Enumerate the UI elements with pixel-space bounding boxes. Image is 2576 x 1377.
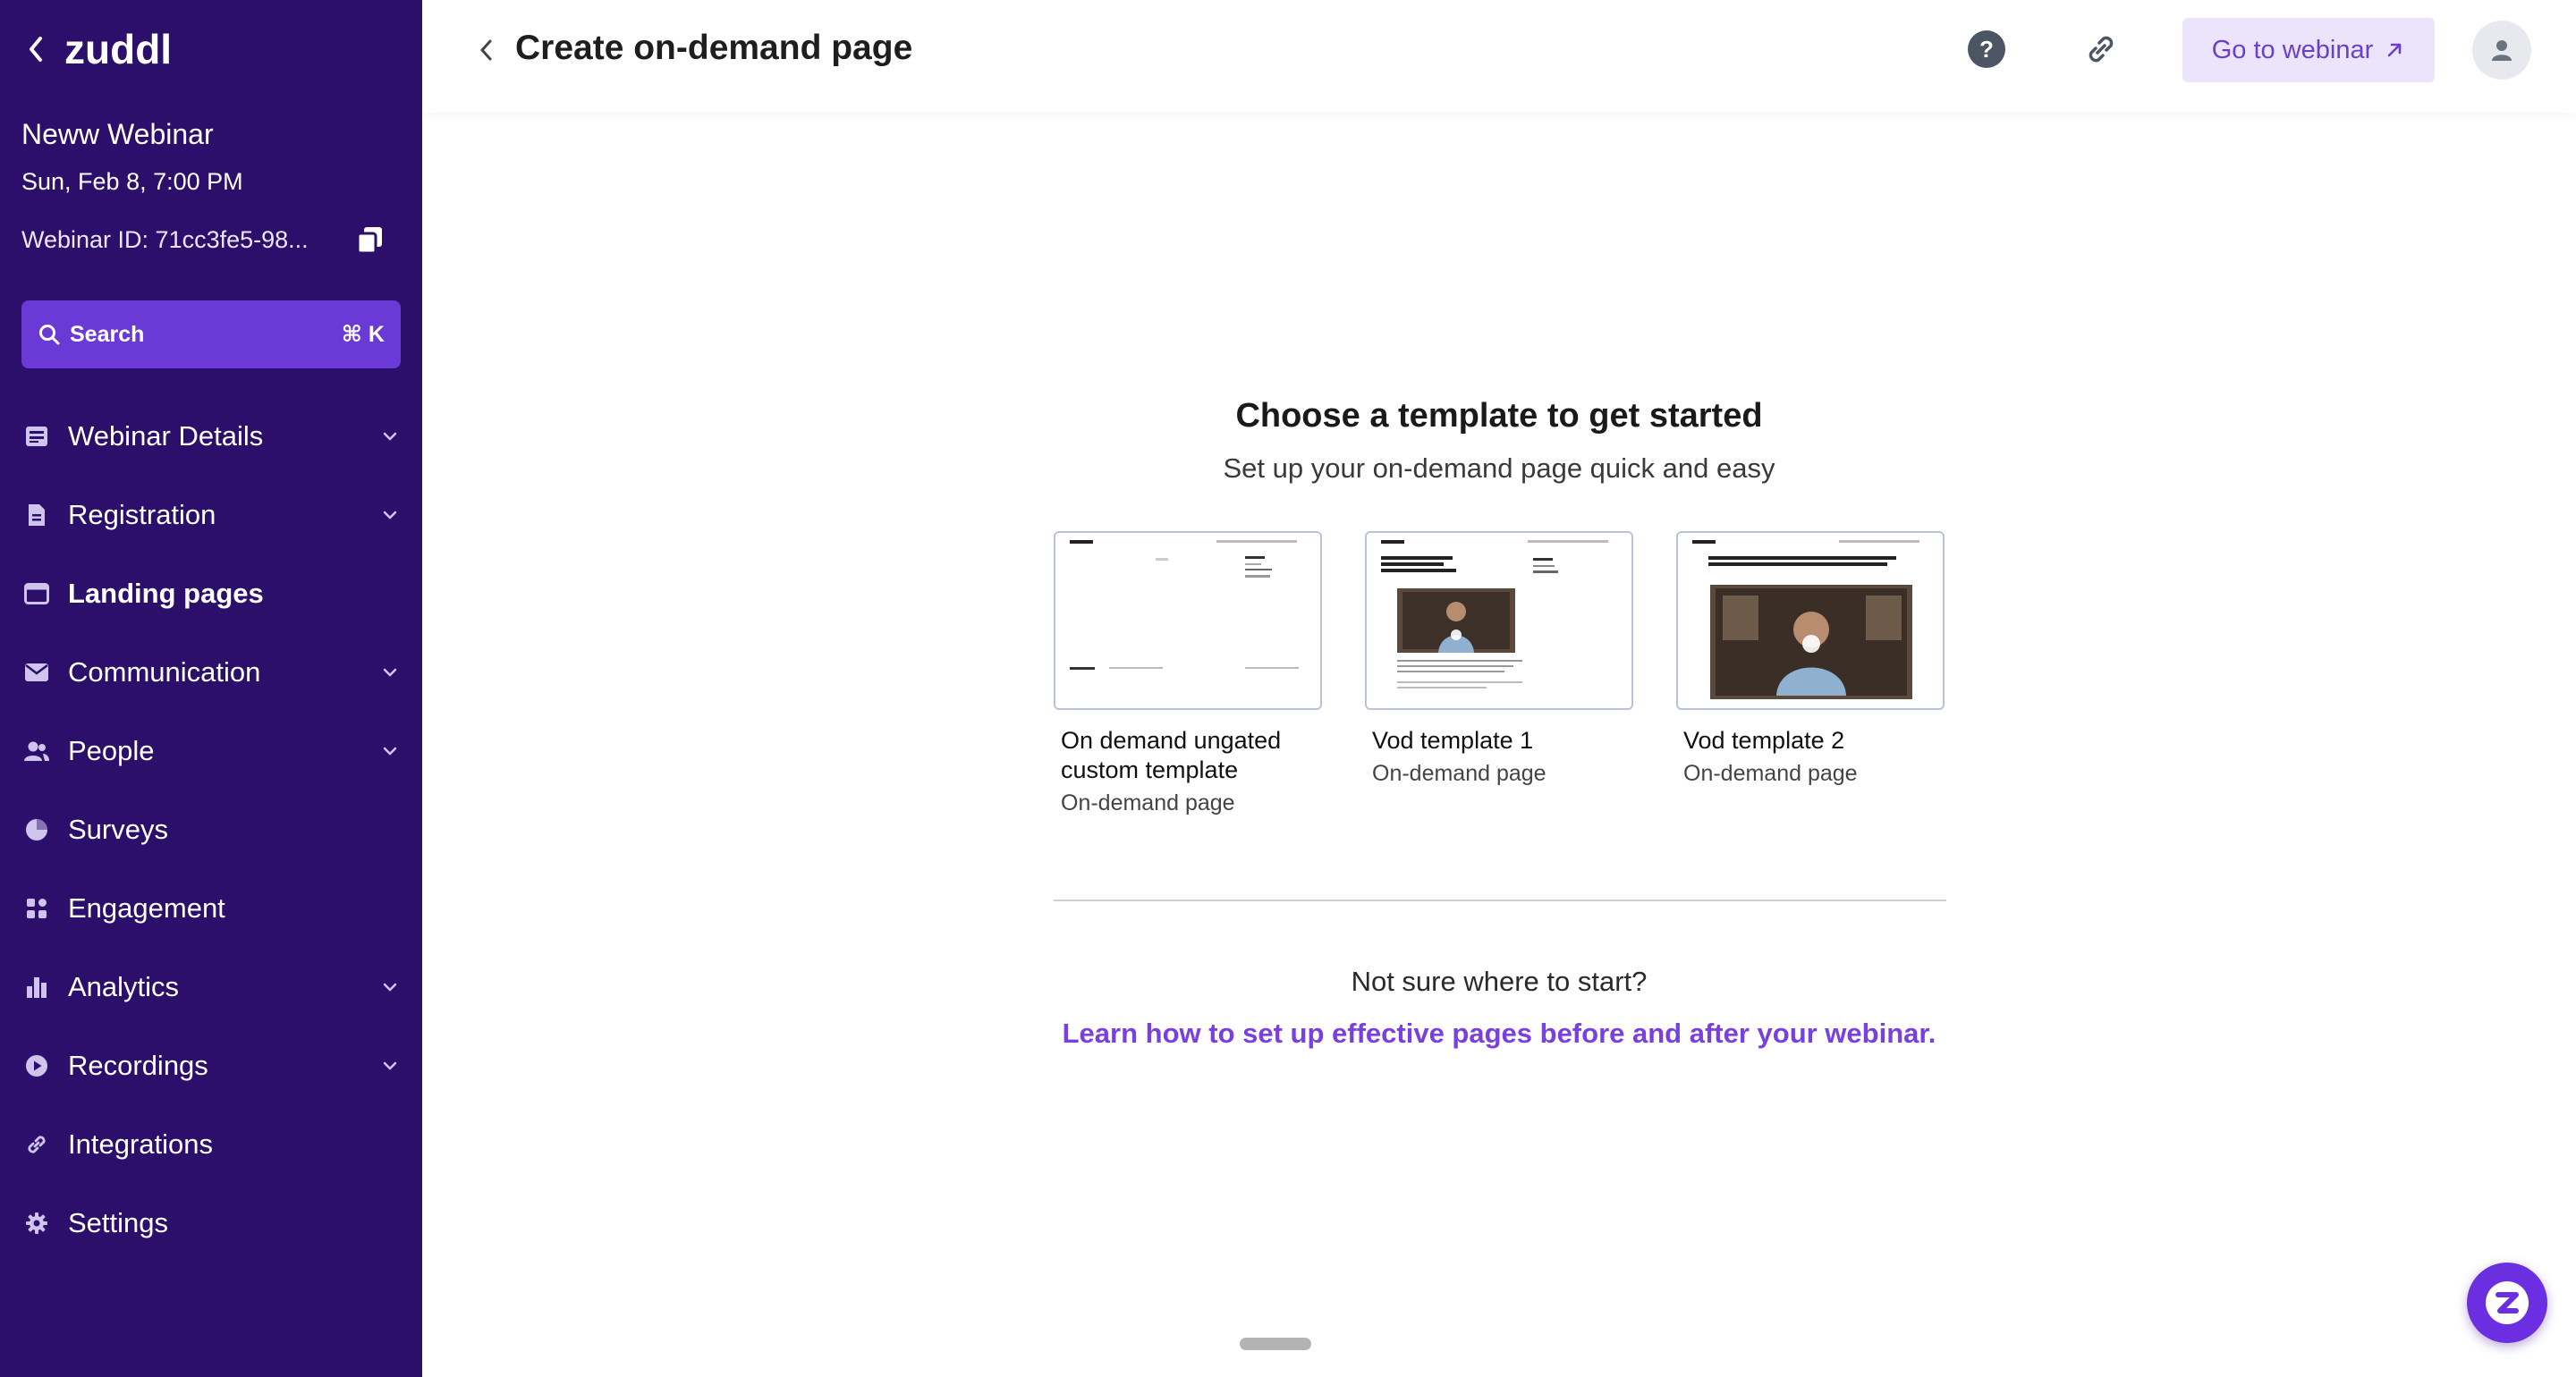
- sidebar-item-label: Recordings: [68, 1050, 208, 1081]
- sidebar-item-webinar-details[interactable]: Webinar Details: [0, 397, 422, 476]
- learn-more-link[interactable]: Learn how to set up effective pages befo…: [422, 1018, 2576, 1050]
- template-type: On-demand page: [1683, 761, 1858, 786]
- sidebar-item-integrations[interactable]: Integrations: [0, 1105, 422, 1184]
- go-to-webinar-button[interactable]: Go to webinar: [2182, 18, 2435, 82]
- go-to-webinar-label: Go to webinar: [2211, 35, 2374, 64]
- people-icon: [23, 738, 50, 765]
- copy-icon[interactable]: [352, 222, 388, 258]
- sidebar-item-recordings[interactable]: Recordings: [0, 1026, 422, 1105]
- template-card[interactable]: On demand ungated custom template On-dem…: [1054, 531, 1322, 816]
- template-name: Vod template 1: [1372, 727, 1534, 754]
- mail-icon: [23, 659, 50, 686]
- copy-link-icon[interactable]: [2079, 27, 2123, 72]
- grid-icon: [23, 895, 50, 922]
- sidebar-item-people[interactable]: People: [0, 712, 422, 790]
- sidebar-item-analytics[interactable]: Analytics: [0, 948, 422, 1026]
- page-header: Create on-demand page ? Go to webinar: [422, 0, 2576, 113]
- template-name: On demand ungated custom template: [1061, 727, 1282, 783]
- template-type: On-demand page: [1372, 761, 1546, 786]
- template-thumbnail: [1054, 531, 1322, 710]
- template-thumbnail: [1365, 531, 1633, 710]
- sidebar-item-label: People: [68, 735, 155, 766]
- browser-icon: [23, 580, 50, 607]
- sidebar-item-label: Webinar Details: [68, 420, 264, 452]
- search-icon: [39, 325, 60, 345]
- chevron-down-icon: [379, 740, 401, 762]
- sidebar-item-label: Communication: [68, 656, 261, 688]
- chevron-down-icon: [379, 662, 401, 683]
- template-name: Vod template 2: [1683, 727, 1845, 754]
- gear-icon: [23, 1210, 50, 1237]
- scroll-handle[interactable]: [1240, 1338, 1311, 1350]
- link-icon: [23, 1131, 50, 1158]
- sidebar-item-communication[interactable]: Communication: [0, 633, 422, 712]
- svg-text:?: ?: [1979, 36, 1994, 63]
- sidebar-item-label: Integrations: [68, 1128, 213, 1160]
- template-type: On-demand page: [1061, 790, 1235, 815]
- pie-icon: [23, 816, 50, 843]
- details-icon: [23, 423, 50, 450]
- webinar-id: Webinar ID: 71cc3fe5-98...: [21, 225, 309, 253]
- page-title: Create on-demand page: [515, 29, 913, 67]
- webinar-date: Sun, Feb 8, 7:00 PM: [21, 168, 243, 195]
- bar-chart-icon: [23, 974, 50, 1001]
- webinar-id-row: Webinar ID: 71cc3fe5-98...: [21, 222, 388, 258]
- search-button[interactable]: Search ⌘ K: [21, 300, 401, 368]
- sidebar-item-settings[interactable]: Settings: [0, 1184, 422, 1263]
- sidebar-item-label: Surveys: [68, 814, 168, 845]
- template-section-subtitle: Set up your on-demand page quick and eas…: [1223, 452, 1775, 484]
- template-list: On demand ungated custom template On-dem…: [1054, 531, 1945, 816]
- brand-row: zuddl: [27, 29, 172, 70]
- sidebar-item-label: Analytics: [68, 971, 180, 1002]
- template-card[interactable]: Vod template 2 On-demand page: [1676, 531, 1945, 816]
- webinar-name: Neww Webinar: [21, 118, 214, 150]
- back-icon[interactable]: [469, 32, 504, 68]
- sidebar-item-label: Registration: [68, 499, 216, 530]
- sidebar-item-label: Engagement: [68, 892, 225, 924]
- search-label: Search: [70, 321, 145, 347]
- search-shortcut: ⌘ K: [341, 322, 385, 347]
- template-section-title: Choose a template to get started: [1235, 397, 1763, 435]
- sidebar: zuddl Neww Webinar Sun, Feb 8, 7:00 PM W…: [0, 0, 422, 1377]
- sidebar-item-landing-pages[interactable]: Landing pages: [0, 554, 422, 633]
- user-icon: [2492, 40, 2512, 61]
- sidebar-item-engagement[interactable]: Engagement: [0, 869, 422, 948]
- chat-launcher-button[interactable]: [2467, 1263, 2547, 1343]
- sidebar-item-surveys[interactable]: Surveys: [0, 790, 422, 869]
- template-card[interactable]: Vod template 1 On-demand page: [1365, 531, 1633, 816]
- help-prompt: Not sure where to start?: [1351, 966, 1648, 997]
- help-icon[interactable]: ?: [1964, 27, 2009, 72]
- chevron-down-icon: [379, 976, 401, 998]
- app-root: zuddl Neww Webinar Sun, Feb 8, 7:00 PM W…: [0, 0, 2576, 1377]
- zuddl-chat-icon: [2486, 1281, 2529, 1324]
- main-area: Create on-demand page ? Go to webinar Ch…: [422, 0, 2576, 1377]
- avatar[interactable]: [2472, 21, 2531, 80]
- sidebar-item-label: Landing pages: [68, 578, 264, 609]
- chevron-down-icon: [379, 504, 401, 526]
- external-arrow-icon: [2387, 43, 2402, 57]
- divider: [1054, 900, 1946, 901]
- sidebar-back-icon[interactable]: [27, 31, 52, 67]
- brand-logo[interactable]: zuddl: [64, 29, 172, 70]
- template-thumbnail: [1676, 531, 1945, 710]
- chevron-down-icon: [379, 426, 401, 447]
- play-icon: [23, 1052, 50, 1079]
- sidebar-item-label: Settings: [68, 1207, 169, 1238]
- chevron-down-icon: [379, 1055, 401, 1077]
- document-icon: [23, 502, 50, 528]
- sidebar-nav: Webinar Details Registration Landing pag…: [0, 397, 422, 1263]
- sidebar-item-registration[interactable]: Registration: [0, 476, 422, 554]
